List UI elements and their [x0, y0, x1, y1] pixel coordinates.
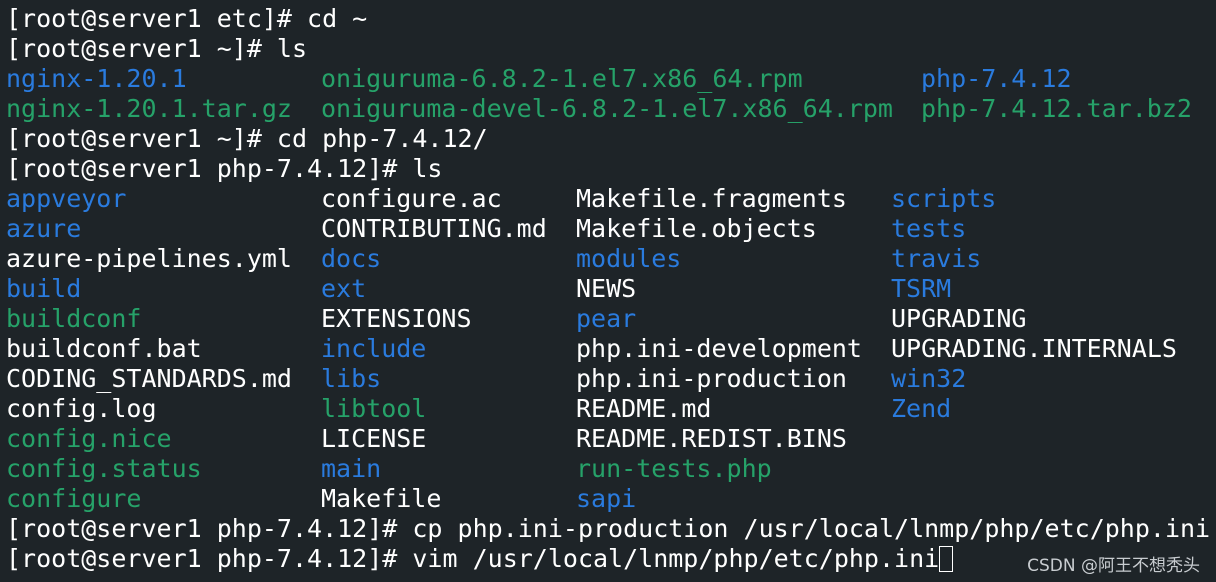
- home-ls-entry: php-7.4.12: [921, 64, 1072, 93]
- home-ls-entry: oniguruma-devel-6.8.2-1.el7.x86_64.rpm: [321, 94, 893, 123]
- php-ls-entry: pear: [576, 304, 637, 333]
- command-line-vim[interactable]: [root@server1 php-7.4.12]# vim /usr/loca…: [6, 544, 954, 574]
- php-ls-entry: libtool: [321, 394, 427, 423]
- php-ls-entry: UPGRADING.INTERNALS: [891, 334, 1177, 363]
- php-ls-entry: ext: [321, 274, 367, 303]
- php-ls-entry: EXTENSIONS: [321, 304, 472, 333]
- php-ls-entry: run-tests.php: [576, 454, 772, 483]
- php-ls-entry: build: [6, 274, 82, 303]
- php-ls-entry: Zend: [891, 394, 952, 423]
- php-ls-entry: tests: [891, 214, 967, 243]
- php-ls-entry: php.ini-development: [576, 334, 862, 363]
- command-line-ls-php: [root@server1 php-7.4.12]# ls: [6, 154, 443, 183]
- terminal-window[interactable]: [root@server1 etc]# cd ~ [root@server1 ~…: [0, 0, 1216, 582]
- php-ls-entry: TSRM: [891, 274, 952, 303]
- php-ls-entry: travis: [891, 244, 982, 273]
- home-ls-entry: nginx-1.20.1.tar.gz: [6, 94, 292, 123]
- text-cursor: [939, 546, 954, 572]
- php-ls-entry: LICENSE: [321, 424, 427, 453]
- php-ls-entry: Makefile: [321, 484, 442, 513]
- php-ls-entry: modules: [576, 244, 682, 273]
- php-ls-entry: scripts: [891, 184, 997, 213]
- home-ls-entry: oniguruma-6.8.2-1.el7.x86_64.rpm: [321, 64, 803, 93]
- php-ls-entry: azure-pipelines.yml: [6, 244, 292, 273]
- watermark: CSDN @阿王不想秃头: [1027, 556, 1200, 576]
- php-ls-entry: configure: [6, 484, 142, 513]
- php-ls-entry: win32: [891, 364, 967, 393]
- php-ls-entry: azure: [6, 214, 82, 243]
- php-ls-entry: config.nice: [6, 424, 172, 453]
- php-ls-entry: config.status: [6, 454, 202, 483]
- php-ls-entry: libs: [321, 364, 382, 393]
- php-ls-entry: appveyor: [6, 184, 127, 213]
- php-ls-entry: configure.ac: [321, 184, 502, 213]
- command-text: [root@server1 php-7.4.12]# vim /usr/loca…: [6, 544, 940, 573]
- php-ls-entry: include: [321, 334, 427, 363]
- php-ls-entry: CODING_STANDARDS.md: [6, 364, 292, 393]
- php-ls-entry: Makefile.fragments: [576, 184, 847, 213]
- command-line-cp: [root@server1 php-7.4.12]# cp php.ini-pr…: [6, 514, 1211, 543]
- home-ls-entry: nginx-1.20.1: [6, 64, 187, 93]
- php-ls-entry: docs: [321, 244, 382, 273]
- php-ls-entry: README.REDIST.BINS: [576, 424, 847, 453]
- php-ls-entry: buildconf: [6, 304, 142, 333]
- php-ls-entry: README.md: [576, 394, 712, 423]
- php-ls-entry: NEWS: [576, 274, 637, 303]
- php-ls-entry: php.ini-production: [576, 364, 847, 393]
- home-ls-entry: php-7.4.12.tar.bz2: [921, 94, 1192, 123]
- php-ls-entry: Makefile.objects: [576, 214, 817, 243]
- php-ls-entry: sapi: [576, 484, 637, 513]
- php-ls-entry: main: [321, 454, 382, 483]
- php-ls-entry: config.log: [6, 394, 157, 423]
- php-ls-entry: CONTRIBUTING.md: [321, 214, 547, 243]
- php-ls-entry: UPGRADING: [891, 304, 1027, 333]
- command-line-cd-home: [root@server1 etc]# cd ~: [6, 4, 368, 33]
- command-line-ls-home: [root@server1 ~]# ls: [6, 34, 308, 63]
- command-line-cd-php: [root@server1 ~]# cd php-7.4.12/: [6, 124, 488, 153]
- php-ls-entry: buildconf.bat: [6, 334, 202, 363]
